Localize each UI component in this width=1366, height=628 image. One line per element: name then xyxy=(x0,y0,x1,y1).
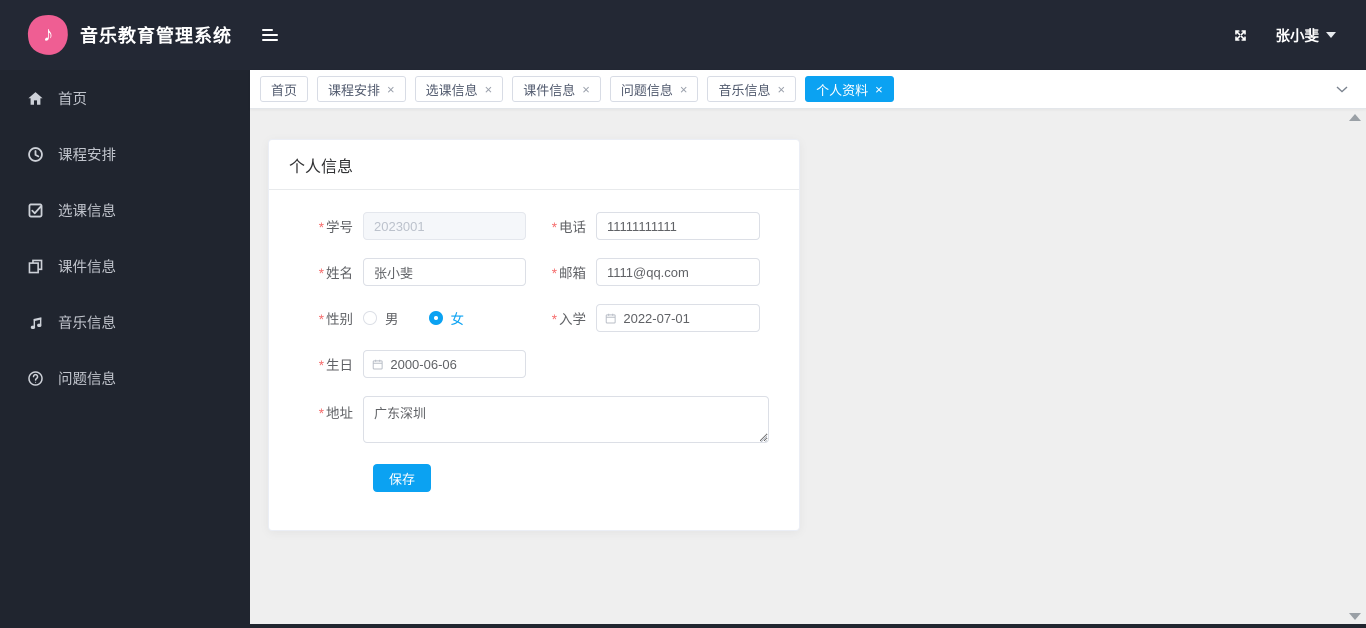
gender-radio-male[interactable]: 男 xyxy=(363,308,399,328)
tab-music[interactable]: 音乐信息 × xyxy=(707,76,797,102)
card-title: 个人信息 xyxy=(269,140,799,190)
gender-radio-group: 男 女 xyxy=(363,308,526,328)
fullscreen-icon[interactable] xyxy=(1233,28,1248,43)
tab-label: 首页 xyxy=(271,82,298,98)
birthday-date-picker[interactable] xyxy=(363,350,526,378)
check-square-icon xyxy=(26,201,44,219)
sidebar-item-label: 选课信息 xyxy=(58,203,116,220)
email-field[interactable] xyxy=(596,258,760,286)
app-header: ♪ 音乐教育管理系统 张小斐 xyxy=(0,0,1366,70)
tab-profile[interactable]: 个人资料 × xyxy=(805,76,894,102)
name-label: * 姓名 xyxy=(318,266,353,281)
enroll-date-picker[interactable] xyxy=(596,304,760,332)
radio-circle-icon xyxy=(363,311,377,325)
close-icon[interactable]: × xyxy=(777,83,785,96)
student-id-field[interactable] xyxy=(363,212,526,240)
save-button[interactable]: 保存 xyxy=(373,464,432,492)
calendar-icon xyxy=(372,359,383,369)
music-note-logo-icon: ♪ xyxy=(25,12,71,58)
close-icon[interactable]: × xyxy=(387,83,395,96)
profile-form: *学号 *电话 *姓名 *邮箱 *性别 xyxy=(269,190,799,492)
tab-label: 课程安排 xyxy=(328,82,381,98)
sidebar-item-label: 问题信息 xyxy=(58,371,116,388)
address-wrap: 广东深圳 xyxy=(363,396,769,446)
name-field[interactable] xyxy=(363,258,526,286)
gender-label: * 性别 xyxy=(318,312,353,327)
tab-label: 选课信息 xyxy=(425,82,478,98)
sidebar: 首页 课程安排 选课信息 课件信息 音乐信息 问题信息 xyxy=(0,70,250,628)
sidebar-item-questions[interactable]: 问题信息 xyxy=(0,350,250,406)
clock-icon xyxy=(26,145,44,163)
close-icon[interactable]: × xyxy=(582,83,590,96)
sidebar-item-courseware[interactable]: 课件信息 xyxy=(0,238,250,294)
phone-label: * 电话 xyxy=(551,220,586,235)
tab-course-schedule[interactable]: 课程安排 × xyxy=(317,76,406,102)
scroll-down-arrow[interactable] xyxy=(1349,613,1361,620)
header-right: 张小斐 xyxy=(1233,25,1366,46)
student-id-label: * 学号 xyxy=(318,220,353,235)
tab-label: 课件信息 xyxy=(523,82,576,98)
form-row: * 地址 广东深圳 xyxy=(301,396,779,446)
sidebar-item-course-select[interactable]: 选课信息 xyxy=(0,182,250,238)
content-area: 首页 课程安排 × 选课信息 × 课件信息 × 问题信息 × 音乐信息 × 个人… xyxy=(250,70,1366,624)
tab-bar: 首页 课程安排 × 选课信息 × 课件信息 × 问题信息 × 音乐信息 × 个人… xyxy=(250,70,1366,109)
tab-label: 音乐信息 xyxy=(718,82,771,98)
radio-circle-icon xyxy=(428,311,443,325)
radio-label: 男 xyxy=(385,312,399,327)
chevron-down-icon xyxy=(1336,85,1348,93)
user-menu[interactable]: 张小斐 xyxy=(1275,25,1336,46)
tab-home[interactable]: 首页 xyxy=(260,76,309,102)
question-circle-icon xyxy=(26,369,44,387)
radio-label: 女 xyxy=(450,312,465,327)
close-icon[interactable]: × xyxy=(875,83,883,96)
tab-label: 个人资料 xyxy=(816,82,869,98)
sidebar-item-home[interactable]: 首页 xyxy=(0,70,250,126)
address-field[interactable]: 广东深圳 xyxy=(363,396,769,443)
enroll-label: * 入学 xyxy=(551,312,586,327)
copy-icon xyxy=(26,257,44,275)
main-panel: 个人信息 *学号 *电话 *姓名 *邮箱 *性别 xyxy=(250,109,1366,624)
sidebar-item-music[interactable]: 音乐信息 xyxy=(0,294,250,350)
birthday-date-field[interactable] xyxy=(390,356,517,372)
home-icon xyxy=(26,89,44,107)
tab-menu-button[interactable] xyxy=(1328,80,1356,99)
enroll-date-field[interactable] xyxy=(623,310,751,326)
profile-card: 个人信息 *学号 *电话 *姓名 *邮箱 *性别 xyxy=(268,139,800,531)
tab-course-select[interactable]: 选课信息 × xyxy=(414,76,504,102)
form-row: * 生日 xyxy=(301,350,779,378)
music-note-icon xyxy=(26,313,44,331)
brand: ♪ 音乐教育管理系统 xyxy=(0,12,278,58)
app-title: 音乐教育管理系统 xyxy=(80,26,232,46)
tab-questions[interactable]: 问题信息 × xyxy=(609,76,699,102)
calendar-icon xyxy=(605,313,616,323)
close-icon[interactable]: × xyxy=(680,83,688,96)
tab-label: 问题信息 xyxy=(620,82,673,98)
sidebar-item-label: 课程安排 xyxy=(58,147,116,164)
sidebar-item-schedule[interactable]: 课程安排 xyxy=(0,126,250,182)
sidebar-item-label: 课件信息 xyxy=(58,259,116,276)
sidebar-item-label: 音乐信息 xyxy=(58,315,116,332)
form-actions: 保存 xyxy=(301,464,779,492)
sidebar-item-label: 首页 xyxy=(58,91,87,108)
tab-courseware[interactable]: 课件信息 × xyxy=(512,76,601,102)
caret-down-icon xyxy=(1326,32,1336,38)
birthday-label: * 生日 xyxy=(318,358,353,373)
user-name: 张小斐 xyxy=(1275,28,1320,45)
hamburger-icon[interactable] xyxy=(256,20,284,50)
scroll-up-arrow[interactable] xyxy=(1349,114,1361,121)
form-row: *姓名 *邮箱 xyxy=(301,258,779,286)
form-row: *学号 *电话 xyxy=(301,212,779,240)
gender-radio-female[interactable]: 女 xyxy=(428,308,465,328)
close-icon[interactable]: × xyxy=(485,83,493,96)
phone-field[interactable] xyxy=(596,212,760,240)
email-label: * 邮箱 xyxy=(551,266,586,281)
form-row: * 性别 男 女 * 入学 xyxy=(301,304,779,332)
address-label: * 地址 xyxy=(318,406,353,421)
